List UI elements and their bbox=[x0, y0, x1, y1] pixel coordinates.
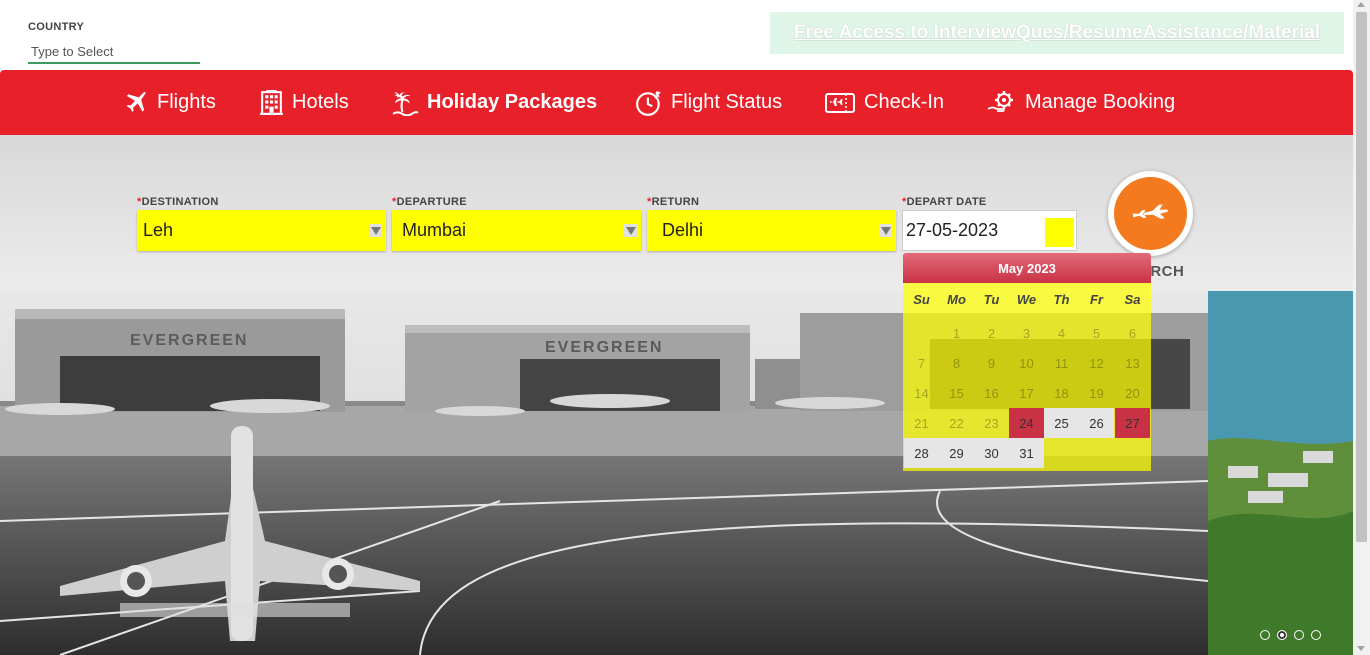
destination-label: *DESTINATION bbox=[137, 196, 219, 208]
nav-label-flight-status: Flight Status bbox=[671, 91, 783, 113]
scroll-down-arrow-icon[interactable] bbox=[1357, 646, 1365, 651]
calendar-day: 8 bbox=[952, 355, 961, 371]
destination-select[interactable]: Leh bbox=[137, 210, 386, 251]
calendar-day: 13 bbox=[1125, 355, 1140, 371]
calendar-day: 12 bbox=[1089, 355, 1104, 371]
plane-icon bbox=[126, 91, 146, 112]
calendar-day[interactable]: 28 bbox=[904, 438, 939, 468]
weekday-header: We bbox=[1016, 291, 1037, 307]
carousel-dot[interactable] bbox=[1277, 630, 1287, 640]
calendar-day[interactable]: 31 bbox=[1009, 438, 1044, 468]
weekday-header: Mo bbox=[947, 291, 966, 307]
calendar-day: 10 bbox=[1019, 355, 1034, 371]
country-input[interactable] bbox=[28, 40, 200, 64]
promo-banner: Free Access to InterviewQues/ResumeAssis… bbox=[770, 12, 1344, 54]
departure-select[interactable]: Mumbai bbox=[392, 210, 641, 251]
calendar-day: 7 bbox=[917, 355, 926, 371]
nav-item-flight-status[interactable]: Flight Status bbox=[635, 70, 782, 135]
svg-text:EVERGREEN: EVERGREEN bbox=[545, 339, 663, 356]
weekday-header: Sa bbox=[1124, 291, 1141, 307]
calendar-day[interactable]: 24 bbox=[1009, 408, 1044, 438]
nav-label-hotels: Hotels bbox=[292, 91, 349, 113]
nav-item-check-in[interactable]: Check-In bbox=[824, 70, 944, 135]
return-select[interactable]: Delhi bbox=[647, 210, 896, 251]
main-nav: Flights Hotels Holiday Packages Flight S… bbox=[0, 70, 1353, 135]
calendar-day[interactable]: 25 bbox=[1044, 408, 1079, 438]
promo-link[interactable]: Free Access to InterviewQues/ResumeAssis… bbox=[794, 22, 1320, 44]
gear-hand-icon bbox=[987, 90, 1013, 112]
country-label: COUNTRY bbox=[28, 21, 85, 33]
weekday-header: Fr bbox=[1090, 291, 1103, 307]
nav-item-manage-booking[interactable]: Manage Booking bbox=[987, 70, 1175, 135]
plane-icon bbox=[1132, 203, 1168, 219]
scrollbar-thumb[interactable] bbox=[1356, 12, 1367, 542]
datepicker-month-title: May 2023 bbox=[903, 253, 1151, 283]
weekday-header: Su bbox=[913, 291, 930, 307]
palm-island-icon bbox=[392, 92, 419, 116]
weekday-header: Th bbox=[1053, 291, 1070, 307]
destination-value: Leh bbox=[143, 220, 174, 240]
calendar-day: 18 bbox=[1054, 385, 1069, 401]
nav-item-flights[interactable]: Flights bbox=[122, 70, 216, 135]
carousel-dots bbox=[1260, 630, 1321, 640]
carousel-dot[interactable] bbox=[1260, 630, 1270, 640]
calendar-day: 2 bbox=[987, 325, 996, 341]
nav-label-holiday-packages: Holiday Packages bbox=[427, 91, 598, 113]
svg-text:EVERGREEN: EVERGREEN bbox=[130, 332, 248, 349]
nav-label-check-in: Check-In bbox=[864, 91, 945, 113]
calendar-day: 4 bbox=[1057, 325, 1066, 341]
building-icon bbox=[260, 90, 283, 115]
datepicker-popup: May 2023 Su Mo Tu We Th Fr Sa 1 2 3 4 5 6 7 8 9 10 11 12 13… bbox=[903, 253, 1151, 471]
calendar-day: 3 bbox=[1022, 325, 1031, 341]
calendar-day: 23 bbox=[984, 415, 999, 431]
carousel-dot[interactable] bbox=[1294, 630, 1304, 640]
calendar-day: 19 bbox=[1089, 385, 1104, 401]
top-bar: COUNTRY Free Access to InterviewQues/Res… bbox=[0, 0, 1353, 70]
page-scrollbar[interactable] bbox=[1353, 0, 1370, 655]
clock-plane-icon bbox=[636, 90, 661, 116]
return-label: *RETURN bbox=[647, 196, 700, 208]
weekday-header: Tu bbox=[983, 291, 1000, 307]
calendar-day: 1 bbox=[952, 325, 961, 341]
calendar-day[interactable]: 26 bbox=[1079, 408, 1114, 438]
calendar-day: 16 bbox=[984, 385, 999, 401]
calendar-day: 20 bbox=[1125, 385, 1140, 401]
calendar-day: 14 bbox=[914, 385, 929, 401]
chevron-down-icon bbox=[369, 224, 382, 237]
scroll-up-arrow-icon[interactable] bbox=[1357, 2, 1365, 7]
departure-value: Mumbai bbox=[402, 220, 467, 240]
depart-date-value: 27-05-2023 bbox=[906, 220, 999, 240]
datepicker-grid: Su Mo Tu We Th Fr Sa 1 2 3 4 5 6 7 8 9 10 11 12 13 14 15 16 17 1… bbox=[903, 283, 1151, 471]
return-value: Delhi bbox=[662, 220, 704, 240]
depart-date-label: *DEPART DATE bbox=[902, 196, 987, 208]
hero-side-image bbox=[1208, 291, 1353, 655]
search-button-face bbox=[1114, 177, 1187, 250]
calendar-day: 22 bbox=[949, 415, 964, 431]
chevron-down-icon bbox=[879, 224, 892, 237]
calendar-day: 6 bbox=[1128, 325, 1137, 341]
search-button[interactable] bbox=[1108, 171, 1193, 256]
nav-item-hotels[interactable]: Hotels bbox=[259, 70, 349, 135]
calendar-day: 15 bbox=[949, 385, 964, 401]
calendar-day[interactable]: 30 bbox=[974, 438, 1009, 468]
calendar-day[interactable]: 27 bbox=[1115, 408, 1150, 438]
calendar-day: 9 bbox=[987, 355, 996, 371]
calendar-button[interactable] bbox=[1045, 218, 1074, 247]
nav-item-holiday-packages[interactable]: Holiday Packages bbox=[392, 70, 597, 135]
nav-label-flights: Flights bbox=[157, 91, 216, 113]
calendar-day: 21 bbox=[914, 415, 929, 431]
chevron-down-icon bbox=[624, 224, 637, 237]
calendar-day[interactable]: 29 bbox=[939, 438, 974, 468]
calendar-day: 11 bbox=[1054, 355, 1069, 371]
calendar-day: 17 bbox=[1019, 385, 1034, 401]
nav-label-manage-booking: Manage Booking bbox=[1025, 91, 1176, 113]
carousel-dot[interactable] bbox=[1311, 630, 1321, 640]
calendar-day: 5 bbox=[1092, 325, 1101, 341]
ticket-plane-icon bbox=[825, 92, 855, 113]
departure-label: *DEPARTURE bbox=[392, 196, 467, 208]
